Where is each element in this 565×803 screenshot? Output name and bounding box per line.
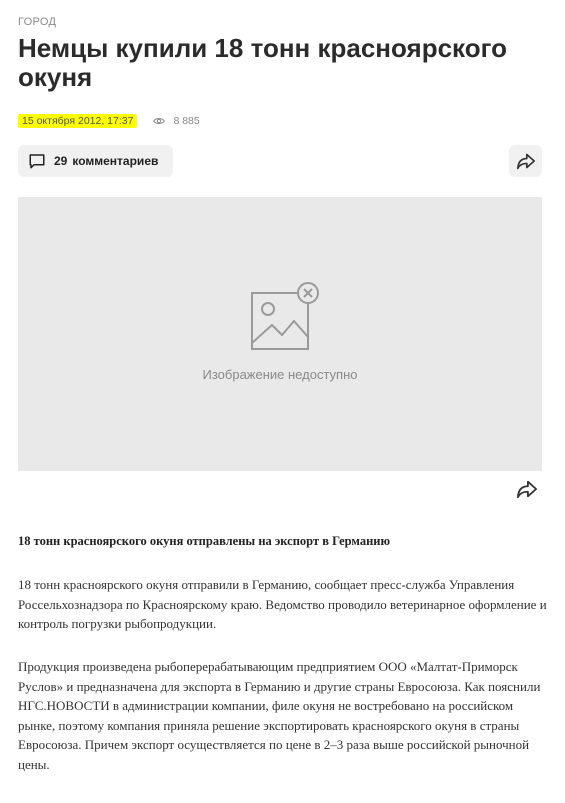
share-button[interactable] (509, 145, 542, 177)
share-icon (517, 480, 537, 499)
comments-label: комментариев (72, 154, 159, 168)
image-unavailable-text: Изображение недоступно (202, 367, 358, 382)
comment-icon (29, 154, 45, 169)
article-paragraph: Продукция произведена рыбоперерабатывающ… (18, 659, 541, 772)
article-category[interactable]: ГОРОД (18, 16, 56, 28)
image-share-button[interactable] (516, 479, 538, 499)
publish-date: 15 октября 2012, 17:37 (18, 114, 138, 128)
share-icon (516, 153, 535, 170)
article-paragraph: 18 тонн красноярского окуня отправили в … (18, 577, 547, 631)
views-count: 8 885 (173, 115, 200, 127)
comments-count: 29 (54, 154, 68, 168)
image-unavailable-icon (251, 282, 319, 350)
comments-button[interactable]: 29 комментариев (18, 145, 173, 177)
article-meta: 15 октября 2012, 17:37 8 885 (18, 112, 200, 130)
article-title: Немцы купили 18 тонн красноярского окуня (18, 33, 507, 92)
eye-icon (153, 118, 166, 124)
article-lead: 18 тонн красноярского окуня отправлены н… (18, 534, 391, 548)
article-image-placeholder: Изображение недоступно (18, 197, 542, 471)
